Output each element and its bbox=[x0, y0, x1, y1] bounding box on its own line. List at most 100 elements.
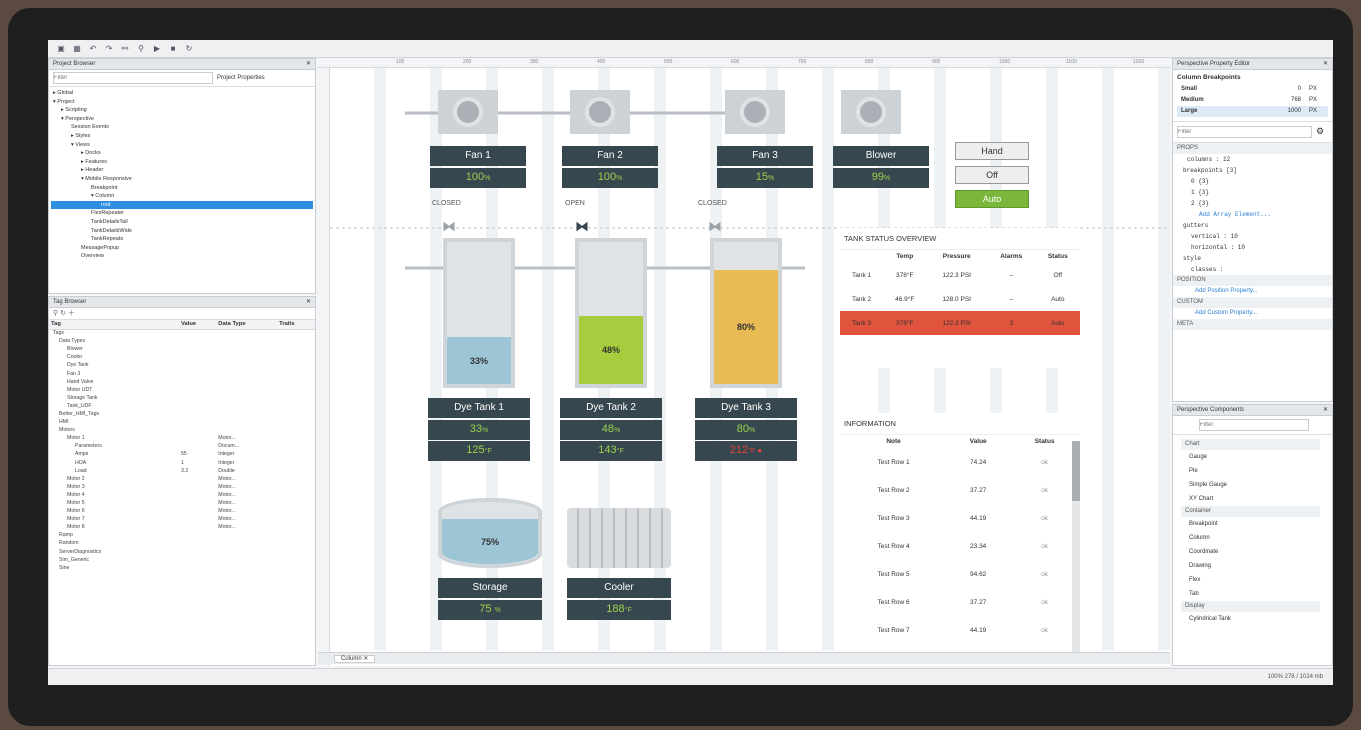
meta-header[interactable]: META bbox=[1173, 319, 1332, 330]
breakpoint-value[interactable]: 1000 bbox=[1271, 106, 1301, 117]
grid-icon[interactable]: ▦ bbox=[72, 44, 82, 53]
tag-row[interactable]: Motors bbox=[49, 426, 315, 434]
table-row[interactable]: Test Row 3 44.19 ok bbox=[840, 504, 1080, 532]
tree-item-selected[interactable]: root bbox=[51, 200, 313, 210]
link-icon[interactable]: ⚯ bbox=[120, 44, 130, 53]
column-header[interactable]: Data Type bbox=[216, 320, 278, 330]
tag-row[interactable]: Cooler bbox=[49, 353, 315, 361]
component-item[interactable]: Tab bbox=[1181, 587, 1320, 601]
table-row[interactable]: Tank 3 378°F 122.3 PSI 3 Auto bbox=[840, 311, 1080, 335]
tree-item[interactable]: MessagePopup bbox=[51, 244, 313, 253]
property-row[interactable]: horizontal : 10 bbox=[1173, 242, 1332, 253]
tree-item[interactable]: ▸ Styles bbox=[51, 132, 313, 141]
breakpoint-row[interactable]: Large 1000 PX bbox=[1177, 106, 1328, 117]
property-row[interactable]: breakpoints [3] bbox=[1173, 165, 1332, 176]
component-search-input[interactable] bbox=[1199, 419, 1309, 431]
column-header[interactable]: Value bbox=[179, 320, 217, 330]
tag-row[interactable]: ServerDiagnostics bbox=[49, 548, 315, 556]
component-item[interactable]: Simple Gauge bbox=[1181, 478, 1320, 492]
fan-unit[interactable] bbox=[570, 90, 630, 134]
custom-header[interactable]: CUSTOM bbox=[1173, 297, 1332, 308]
cooler-unit[interactable] bbox=[567, 508, 671, 568]
component-item[interactable]: Flex bbox=[1181, 573, 1320, 587]
search-icon[interactable]: ⚲ bbox=[53, 310, 58, 317]
tag-row[interactable]: Motor UDT bbox=[49, 386, 315, 394]
tree-item[interactable]: ▾ Project bbox=[51, 98, 313, 107]
property-row[interactable]: 2 {3} bbox=[1173, 198, 1332, 209]
property-row[interactable]: Add Array Element... bbox=[1173, 209, 1332, 220]
column-header[interactable]: Note bbox=[840, 435, 947, 448]
tree-item[interactable]: ▸ Features bbox=[51, 158, 313, 167]
breakpoint-row[interactable]: Medium 768 PX bbox=[1177, 95, 1328, 106]
filter-icon[interactable]: ⚲ bbox=[136, 44, 146, 53]
column-header[interactable]: Temp bbox=[883, 250, 926, 263]
column-header[interactable]: Traits bbox=[277, 320, 315, 330]
save-icon[interactable]: ▣ bbox=[56, 44, 66, 53]
column-header[interactable] bbox=[840, 250, 883, 263]
tree-item[interactable]: ▾ Mobile Responsive bbox=[51, 175, 313, 184]
valve-icon[interactable]: ⧓ bbox=[442, 218, 456, 235]
property-row[interactable]: classes : bbox=[1173, 264, 1332, 275]
tag-row[interactable]: Sim_Generic bbox=[49, 556, 315, 564]
column-header[interactable]: Tag bbox=[49, 320, 179, 330]
tag-row[interactable]: Hand Valve bbox=[49, 378, 315, 386]
property-row[interactable]: 1 {3} bbox=[1173, 187, 1332, 198]
component-item[interactable]: XY Chart bbox=[1181, 492, 1320, 506]
tag-row[interactable]: Tank_UDF bbox=[49, 402, 315, 410]
tree-item[interactable]: ▸ Scripting bbox=[51, 106, 313, 115]
tag-row[interactable]: HMI bbox=[49, 418, 315, 426]
close-icon[interactable]: ✕ bbox=[306, 297, 311, 307]
gear-icon[interactable]: ⚙ bbox=[1316, 126, 1324, 138]
fan-unit[interactable] bbox=[438, 90, 498, 134]
tree-item[interactable]: ▾ Column bbox=[51, 192, 313, 201]
tree-item[interactable]: ▸ Global bbox=[51, 89, 313, 98]
dye-tank[interactable]: 33% bbox=[443, 238, 515, 388]
tag-row[interactable]: Sine bbox=[49, 564, 315, 572]
table-row[interactable]: Test Row 7 44.19 ok bbox=[840, 616, 1080, 644]
storage-tank[interactable]: 75% bbox=[438, 498, 542, 568]
auto-button[interactable]: Auto bbox=[955, 190, 1029, 208]
tree-item[interactable]: ▾ Views bbox=[51, 141, 313, 150]
tag-row[interactable]: Storage Tank bbox=[49, 394, 315, 402]
column-header[interactable]: Status bbox=[1009, 435, 1080, 448]
column-header[interactable]: Value bbox=[947, 435, 1009, 448]
tab-column[interactable]: Column ✕ bbox=[334, 655, 376, 663]
project-properties-button[interactable]: Project Properties bbox=[217, 72, 265, 84]
breakpoint-value[interactable]: 768 bbox=[1271, 95, 1301, 106]
tag-row[interactable]: Motor 6 Motor... bbox=[49, 507, 315, 515]
property-row[interactable]: 0 {3} bbox=[1173, 176, 1332, 187]
property-row[interactable]: vertical : 10 bbox=[1173, 231, 1332, 242]
table-row[interactable]: Test Row 2 37.27 ok bbox=[840, 476, 1080, 504]
tree-item[interactable]: TankDetailsTall bbox=[51, 218, 313, 227]
table-row[interactable]: Tank 1 378°F 122.3 PSI -- Off bbox=[840, 263, 1080, 287]
property-row[interactable]: gutters bbox=[1173, 220, 1332, 231]
column-header[interactable]: Status bbox=[1036, 250, 1081, 263]
tree-item[interactable]: ▸ Docks bbox=[51, 149, 313, 158]
component-item[interactable]: Column bbox=[1181, 531, 1320, 545]
add-position-link[interactable]: Add Position Property... bbox=[1173, 286, 1332, 297]
tag-row[interactable]: Motor 2 Motor... bbox=[49, 475, 315, 483]
search-input[interactable] bbox=[53, 72, 213, 84]
close-icon[interactable]: ✕ bbox=[1323, 59, 1328, 69]
component-group-header[interactable]: Container bbox=[1181, 506, 1320, 517]
component-item[interactable]: Drawing bbox=[1181, 559, 1320, 573]
tag-row[interactable]: Dye Tank bbox=[49, 361, 315, 369]
valve-icon[interactable]: ⧓ bbox=[708, 218, 722, 235]
tag-row[interactable]: Motor 4 Motor... bbox=[49, 491, 315, 499]
undo-icon[interactable]: ↶ bbox=[88, 44, 98, 53]
tag-row[interactable]: Data Types bbox=[49, 337, 315, 345]
column-header[interactable]: Alarms bbox=[987, 250, 1036, 263]
tag-row[interactable]: Motor 5 Motor... bbox=[49, 499, 315, 507]
tag-row[interactable]: Motor 1 Motor... bbox=[49, 434, 315, 442]
table-row[interactable]: Test Row 1 74.24 ok bbox=[840, 448, 1080, 476]
fan-unit[interactable] bbox=[725, 90, 785, 134]
tree-item[interactable]: FlexRepeater bbox=[51, 209, 313, 218]
component-group-header[interactable]: Display bbox=[1181, 601, 1320, 612]
tree-item[interactable]: TankRepeats bbox=[51, 235, 313, 244]
valve-icon[interactable]: ⧓ bbox=[575, 218, 589, 235]
table-row[interactable]: Tank 2 46.9°F 128.0 PSI -- Auto bbox=[840, 287, 1080, 311]
props-header[interactable]: PROPS bbox=[1173, 143, 1332, 154]
tag-row[interactable]: Better_HMI_Tags bbox=[49, 410, 315, 418]
refresh-icon[interactable]: ↻ bbox=[184, 44, 194, 53]
tag-row[interactable]: Parameters Docum... bbox=[49, 442, 315, 450]
